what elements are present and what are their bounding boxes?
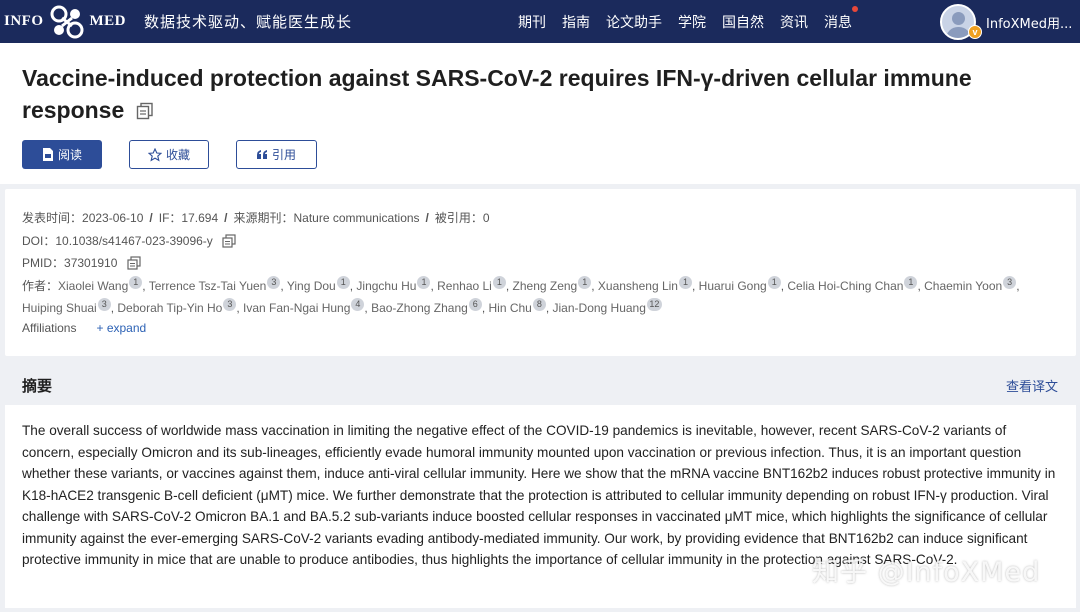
affiliations-line: Affiliations + expand bbox=[22, 321, 146, 335]
article-title: Vaccine-induced protection against SARS-… bbox=[22, 62, 1032, 128]
journal-label: 来源期刊： bbox=[233, 211, 294, 225]
quote-icon bbox=[256, 149, 267, 159]
affiliation-badge[interactable]: 1 bbox=[904, 276, 918, 289]
affiliation-badge[interactable]: 1 bbox=[417, 276, 431, 289]
if-label: IF： bbox=[158, 211, 182, 225]
nav-item-paper-assistant[interactable]: 论文助手 bbox=[606, 12, 662, 32]
author[interactable]: Chaemin Yoon bbox=[924, 279, 1002, 293]
nav-item-news[interactable]: 资讯 bbox=[780, 12, 808, 32]
user-menu[interactable]: InfoXMed用... bbox=[940, 3, 1072, 41]
affiliation-badge[interactable]: 12 bbox=[646, 298, 662, 311]
nav-item-nsfc[interactable]: 国自然 bbox=[722, 12, 764, 32]
abstract-heading: 摘要 bbox=[22, 377, 53, 395]
author[interactable]: Xiaolei Wang bbox=[58, 279, 128, 293]
authors-label: 作者： bbox=[22, 279, 59, 293]
favorite-button-label: 收藏 bbox=[165, 148, 190, 162]
affiliation-badge[interactable]: 4 bbox=[351, 298, 365, 311]
affiliation-badge[interactable]: 3 bbox=[267, 276, 281, 289]
nav-item-journals[interactable]: 期刊 bbox=[518, 12, 546, 32]
affiliation-badge[interactable]: 3 bbox=[223, 298, 237, 311]
copy-pmid-icon[interactable] bbox=[127, 256, 141, 273]
main-nav: 期刊 指南 论文助手 学院 国自然 资讯 消息 bbox=[510, 0, 860, 43]
copy-title-icon[interactable] bbox=[136, 96, 154, 128]
affiliation-badge[interactable]: 3 bbox=[97, 298, 111, 311]
top-navbar: INFO MED 数据技术驱动、赋能医生成长 期刊 指南 论文助手 学院 国自然… bbox=[0, 0, 1080, 43]
pmid-value[interactable]: 37301910 bbox=[64, 256, 117, 270]
author[interactable]: Terrence Tsz-Tai Yuen bbox=[149, 279, 267, 293]
affiliation-badge[interactable]: 6 bbox=[468, 298, 482, 311]
author[interactable]: Deborah Tip-Yin Ho bbox=[117, 301, 222, 315]
pub-date: 2023-06-10 bbox=[82, 211, 144, 225]
author[interactable]: Huarui Gong bbox=[699, 279, 767, 293]
separator: / bbox=[149, 211, 153, 225]
affiliation-badge[interactable]: 3 bbox=[1003, 276, 1017, 289]
authors-line-1: 作者：Xiaolei Wang 1, Terrence Tsz-Tai Yuen 3… bbox=[22, 276, 1020, 293]
article-title-text: Vaccine-induced protection against SARS-… bbox=[22, 65, 972, 123]
pmid-label: PMID： bbox=[22, 256, 65, 270]
affiliation-badge[interactable]: 1 bbox=[678, 276, 692, 289]
impact-factor: 17.694 bbox=[181, 211, 219, 225]
copy-doi-icon[interactable] bbox=[222, 234, 236, 251]
separator: / bbox=[425, 211, 429, 225]
affiliation-badge[interactable]: 1 bbox=[129, 276, 143, 289]
affiliation-badge[interactable]: 1 bbox=[492, 276, 506, 289]
doi-label: DOI： bbox=[22, 234, 56, 248]
nav-item-academy[interactable]: 学院 bbox=[678, 12, 706, 32]
author[interactable]: Ivan Fan-Ngai Hung bbox=[243, 301, 350, 315]
nav-item-messages-label: 消息 bbox=[824, 14, 852, 31]
author[interactable]: Jian-Dong Huang bbox=[553, 301, 646, 315]
pub-date-label: 发表时间： bbox=[22, 211, 83, 225]
star-icon bbox=[147, 147, 162, 162]
read-button[interactable]: 阅读 bbox=[22, 140, 102, 169]
doi-value[interactable]: 10.1038/s41467-023-39096-y bbox=[55, 234, 212, 248]
view-translation-link[interactable]: 查看译文 bbox=[1006, 376, 1058, 395]
author[interactable]: Celia Hoi-Ching Chan bbox=[787, 279, 903, 293]
affiliation-badge[interactable]: 1 bbox=[336, 276, 350, 289]
nav-item-messages[interactable]: 消息 bbox=[824, 5, 858, 32]
publication-info: 发表时间：2023-06-10 / IF：17.694 / 来源期刊：Nature co… bbox=[22, 209, 490, 226]
cite-button[interactable]: 引用 bbox=[236, 140, 317, 169]
doi-line: DOI：10.1038/s41467-023-39096-y bbox=[22, 232, 236, 251]
affiliation-badge[interactable]: 1 bbox=[767, 276, 781, 289]
affiliation-badge[interactable]: 8 bbox=[532, 298, 546, 311]
pmid-line: PMID：37301910 bbox=[22, 254, 141, 273]
abstract-text: The overall success of worldwide mass va… bbox=[22, 423, 1056, 567]
author[interactable]: Hin Chu bbox=[488, 301, 531, 315]
author[interactable]: Bao-Zhong Zhang bbox=[371, 301, 468, 315]
vip-badge-icon: v bbox=[968, 25, 982, 39]
username[interactable]: InfoXMed用... bbox=[986, 13, 1072, 32]
cited-count: 0 bbox=[482, 211, 490, 225]
favorite-button[interactable]: 收藏 bbox=[129, 140, 209, 169]
affiliations-label: Affiliations bbox=[22, 321, 77, 335]
author[interactable]: Renhao Li bbox=[437, 279, 492, 293]
author[interactable]: Ying Dou bbox=[287, 279, 336, 293]
read-button-label: 阅读 bbox=[57, 148, 82, 162]
logo-text-right: MED bbox=[89, 13, 126, 29]
notification-dot bbox=[852, 5, 858, 12]
logo-text-left: INFO bbox=[4, 13, 44, 29]
authors-line-2: Huiping Shuai 3, Deborah Tip-Yin Ho 3, Iva… bbox=[22, 298, 662, 315]
separator: / bbox=[224, 211, 228, 225]
author[interactable]: Huiping Shuai bbox=[22, 301, 97, 315]
journal-name[interactable]: Nature communications bbox=[293, 211, 419, 225]
abstract-header bbox=[0, 362, 1080, 404]
author[interactable]: Zheng Zeng bbox=[513, 279, 578, 293]
cite-button-label: 引用 bbox=[271, 148, 296, 162]
pdf-icon bbox=[42, 148, 53, 161]
slogan: 数据技术驱动、赋能医生成长 bbox=[144, 13, 353, 31]
cited-label: 被引用： bbox=[434, 211, 483, 225]
nav-item-guidelines[interactable]: 指南 bbox=[562, 12, 590, 32]
logo[interactable]: INFO MED bbox=[4, 0, 126, 43]
affiliation-badge[interactable]: 1 bbox=[578, 276, 592, 289]
logo-mark-icon bbox=[50, 5, 83, 38]
expand-affiliations-link[interactable]: + expand bbox=[96, 321, 146, 335]
author[interactable]: Xuansheng Lin bbox=[598, 279, 678, 293]
author[interactable]: Jingchu Hu bbox=[356, 279, 416, 293]
